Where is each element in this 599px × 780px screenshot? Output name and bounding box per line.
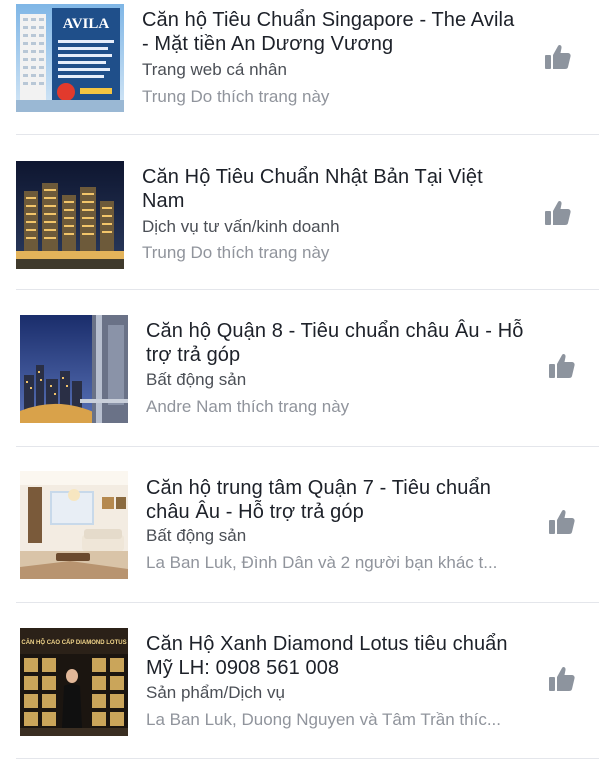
page-category: Sản phẩm/Dịch vụ — [146, 683, 285, 702]
list-item[interactable]: Căn hộ Quận 8 - Tiêu chuẩn châu Âu - Hỗ … — [0, 312, 599, 468]
divider — [16, 602, 599, 603]
divider — [16, 758, 599, 759]
page-thumbnail[interactable]: CĂN HỘ CAO CẤP DIAMOND LOTUS — [20, 628, 128, 736]
page-thumbnail[interactable]: AVILA — [16, 4, 124, 112]
avila-building-image: AVILA — [16, 4, 124, 112]
page-category: Dịch vụ tư vấn/kinh doanh — [142, 217, 340, 236]
thumbs-up-icon — [545, 200, 571, 225]
divider — [16, 446, 599, 447]
page-title[interactable]: Căn hộ Tiêu Chuẩn Singapore - The Avila … — [142, 8, 522, 56]
page-title[interactable]: Căn hộ Quận 8 - Tiêu chuẩn châu Âu - Hỗ … — [146, 319, 526, 367]
social-context: Trung Do thích trang này — [142, 87, 330, 106]
divider — [16, 289, 599, 290]
divider — [16, 134, 599, 135]
social-context: La Ban Luk, Duong Nguyen và Tâm Trần thí… — [146, 710, 501, 729]
list-item[interactable]: Căn hộ trung tâm Quận 7 - Tiêu chuẩn châ… — [0, 468, 599, 624]
like-button[interactable] — [545, 349, 579, 383]
page-title[interactable]: Căn hộ trung tâm Quận 7 - Tiêu chuẩn châ… — [146, 476, 526, 524]
like-button[interactable] — [541, 40, 575, 74]
thumbs-up-icon — [549, 509, 575, 534]
page-thumbnail[interactable] — [20, 471, 128, 579]
page-thumbnail[interactable] — [20, 315, 128, 423]
diamond-lotus-event-image: CĂN HỘ CAO CẤP DIAMOND LOTUS — [20, 628, 128, 736]
thumb-event-text: CĂN HỘ CAO CẤP DIAMOND LOTUS — [21, 638, 126, 646]
page-category: Bất động sản — [146, 370, 247, 389]
page-thumbnail[interactable] — [16, 161, 124, 269]
like-button[interactable] — [545, 662, 579, 696]
page-title[interactable]: Căn Hộ Xanh Diamond Lotus tiêu chuẩn Mỹ … — [146, 632, 526, 680]
thumbs-up-icon — [549, 353, 575, 378]
list-item[interactable]: CĂN HỘ CAO CẤP DIAMOND LOTUS Căn Hộ Xanh… — [0, 624, 599, 780]
city-balcony-image — [20, 315, 128, 423]
like-button[interactable] — [545, 505, 579, 539]
social-context: Trung Do thích trang này — [142, 243, 330, 262]
social-context: Andre Nam thích trang này — [146, 397, 350, 416]
page-category: Bất động sản — [146, 526, 247, 545]
list-item[interactable]: AVILA Căn hộ Tiêu Chuẩn Singapore - The … — [0, 0, 599, 156]
thumbs-up-icon — [549, 666, 575, 691]
social-context: La Ban Luk, Đình Dân và 2 người bạn khác… — [146, 553, 498, 572]
page-category: Trang web cá nhân — [142, 60, 287, 79]
thumbs-up-icon — [545, 44, 571, 69]
thumb-brand-text: AVILA — [63, 16, 110, 32]
like-button[interactable] — [541, 196, 575, 230]
night-towers-image — [16, 161, 124, 269]
page-title[interactable]: Căn Hộ Tiêu Chuẩn Nhật Bản Tại Việt Nam — [142, 165, 522, 213]
page-suggestions-list: AVILA Căn hộ Tiêu Chuẩn Singapore - The … — [0, 0, 599, 761]
living-room-image — [20, 471, 128, 579]
